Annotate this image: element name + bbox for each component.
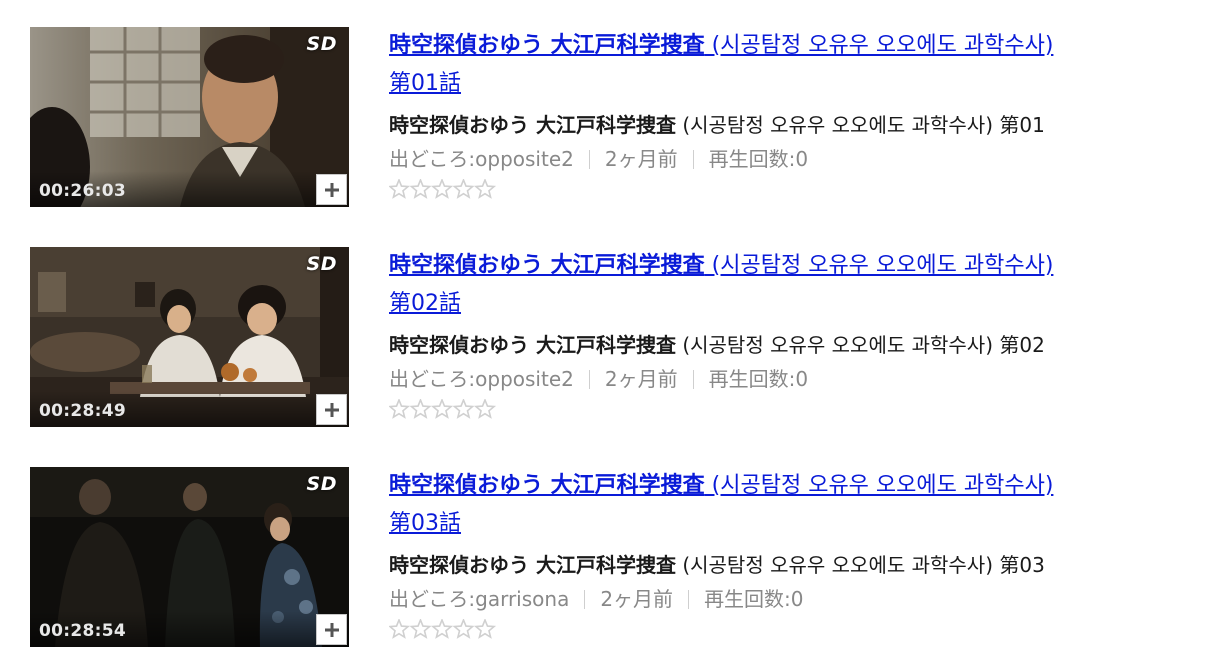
video-posted: 2ヶ月前 — [604, 367, 678, 391]
star-icon — [452, 179, 475, 199]
title-episode: 第03話 — [389, 511, 461, 536]
star-icon — [452, 619, 475, 639]
subtitle-jp: 時空探偵おゆう 大江戸科学捜査 — [389, 553, 676, 577]
video-info: 時空探偵おゆう 大江戸科学捜査 (시공탐정 오유우 오오에도 과학수사) 第01話… — [389, 27, 1209, 199]
subtitle-rest: (시공탐정 오유우 오오에도 과학수사) 第02 — [675, 333, 1045, 357]
star-icon — [389, 399, 411, 419]
video-title-link[interactable]: 時空探偵おゆう 大江戸科学捜査 (시공탐정 오유우 오오에도 과학수사) 第02話 — [389, 247, 1179, 323]
meta-divider — [588, 370, 590, 389]
video-thumbnail[interactable]: SD 00:26:03 — [30, 27, 349, 207]
plus-icon — [325, 183, 339, 197]
video-info: 時空探偵おゆう 大江戸科学捜査 (시공탐정 오유우 오오에도 과학수사) 第02話… — [389, 247, 1209, 419]
video-source: 出どころ:opposite2 — [389, 147, 574, 171]
meta-divider — [688, 590, 690, 609]
video-list: SD 00:26:03 時空探偵おゆう 大江戸科学捜査 (시공탐정 오유우 오오… — [0, 0, 1232, 672]
video-posted: 2ヶ月前 — [604, 147, 678, 171]
video-title-link[interactable]: 時空探偵おゆう 大江戸科学捜査 (시공탐정 오유우 오오에도 과학수사) 第01話 — [389, 27, 1179, 103]
video-duration: 00:26:03 — [39, 181, 126, 201]
subtitle-jp: 時空探偵おゆう 大江戸科学捜査 — [389, 333, 676, 357]
title-ko: (시공탐정 오유우 오오에도 과학수사) — [704, 473, 1054, 498]
video-meta: 出どころ:opposite2 2ヶ月前 再生回数:0 — [389, 365, 1209, 393]
subtitle-rest: (시공탐정 오유우 오오에도 과학수사) 第01 — [675, 113, 1045, 137]
star-icon — [409, 399, 432, 419]
title-episode: 第01話 — [389, 71, 461, 96]
video-source: 出どころ:opposite2 — [389, 367, 574, 391]
video-item: SD 00:28:49 時空探偵おゆう 大江戸科学捜査 (시공탐정 오유우 오오… — [0, 247, 1232, 447]
video-info: 時空探偵おゆう 大江戸科学捜査 (시공탐정 오유우 오오에도 과학수사) 第03話… — [389, 467, 1209, 639]
title-jp: 時空探偵おゆう 大江戸科学捜査 — [389, 473, 705, 498]
quality-badge: SD — [306, 473, 337, 495]
subtitle-jp: 時空探偵おゆう 大江戸科学捜査 — [389, 113, 676, 137]
add-to-list-button[interactable] — [316, 174, 347, 205]
video-item: SD 00:28:54 時空探偵おゆう 大江戸科学捜査 (시공탐정 오유우 오오… — [0, 467, 1232, 667]
quality-badge: SD — [306, 33, 337, 55]
star-icon — [473, 619, 497, 639]
title-ko: (시공탐정 오유우 오오에도 과학수사) — [704, 253, 1054, 278]
star-icon — [389, 179, 411, 199]
add-to-list-button[interactable] — [316, 394, 347, 425]
video-meta: 出どころ:garrisona 2ヶ月前 再生回数:0 — [389, 585, 1209, 613]
video-thumbnail[interactable]: SD 00:28:49 — [30, 247, 349, 427]
video-title-link[interactable]: 時空探偵おゆう 大江戸科学捜査 (시공탐정 오유우 오오에도 과학수사) 第03話 — [389, 467, 1179, 543]
star-icon — [430, 179, 454, 199]
video-subtitle: 時空探偵おゆう 大江戸科学捜査 (시공탐정 오유우 오오에도 과학수사) 第01 — [389, 110, 1179, 140]
star-icon — [389, 619, 411, 639]
star-rating — [389, 399, 1209, 419]
video-views: 再生回数:0 — [708, 147, 809, 171]
star-rating — [389, 179, 1209, 199]
meta-divider — [588, 150, 590, 169]
star-icon — [389, 399, 497, 419]
meta-divider — [692, 150, 694, 169]
star-icon — [389, 619, 497, 639]
video-subtitle: 時空探偵おゆう 大江戸科学捜査 (시공탐정 오유우 오오에도 과학수사) 第02 — [389, 330, 1179, 360]
star-icon — [473, 179, 497, 199]
meta-divider — [584, 590, 586, 609]
video-duration: 00:28:49 — [39, 401, 126, 421]
star-icon — [430, 399, 454, 419]
add-to-list-button[interactable] — [316, 614, 347, 645]
title-jp: 時空探偵おゆう 大江戸科学捜査 — [389, 253, 705, 278]
star-icon — [473, 399, 497, 419]
video-source: 出どころ:garrisona — [389, 587, 570, 611]
video-meta: 出どころ:opposite2 2ヶ月前 再生回数:0 — [389, 145, 1209, 173]
plus-icon — [325, 623, 339, 637]
star-icon — [389, 179, 497, 199]
title-jp: 時空探偵おゆう 大江戸科学捜査 — [389, 33, 705, 58]
title-episode: 第02話 — [389, 291, 461, 316]
star-icon — [409, 179, 432, 199]
plus-icon — [325, 403, 339, 417]
video-posted: 2ヶ月前 — [600, 587, 674, 611]
video-item: SD 00:26:03 時空探偵おゆう 大江戸科学捜査 (시공탐정 오유우 오오… — [0, 27, 1232, 227]
video-views: 再生回数:0 — [708, 367, 809, 391]
quality-badge: SD — [306, 253, 337, 275]
subtitle-rest: (시공탐정 오유우 오오에도 과학수사) 第03 — [675, 553, 1045, 577]
meta-divider — [692, 370, 694, 389]
video-duration: 00:28:54 — [39, 621, 126, 641]
star-icon — [452, 399, 475, 419]
star-icon — [430, 619, 454, 639]
video-views: 再生回数:0 — [704, 587, 804, 611]
video-subtitle: 時空探偵おゆう 大江戸科学捜査 (시공탐정 오유우 오오에도 과학수사) 第03 — [389, 550, 1179, 580]
title-ko: (시공탐정 오유우 오오에도 과학수사) — [704, 33, 1054, 58]
video-thumbnail[interactable]: SD 00:28:54 — [30, 467, 349, 647]
star-rating — [389, 619, 1209, 639]
star-icon — [409, 619, 432, 639]
